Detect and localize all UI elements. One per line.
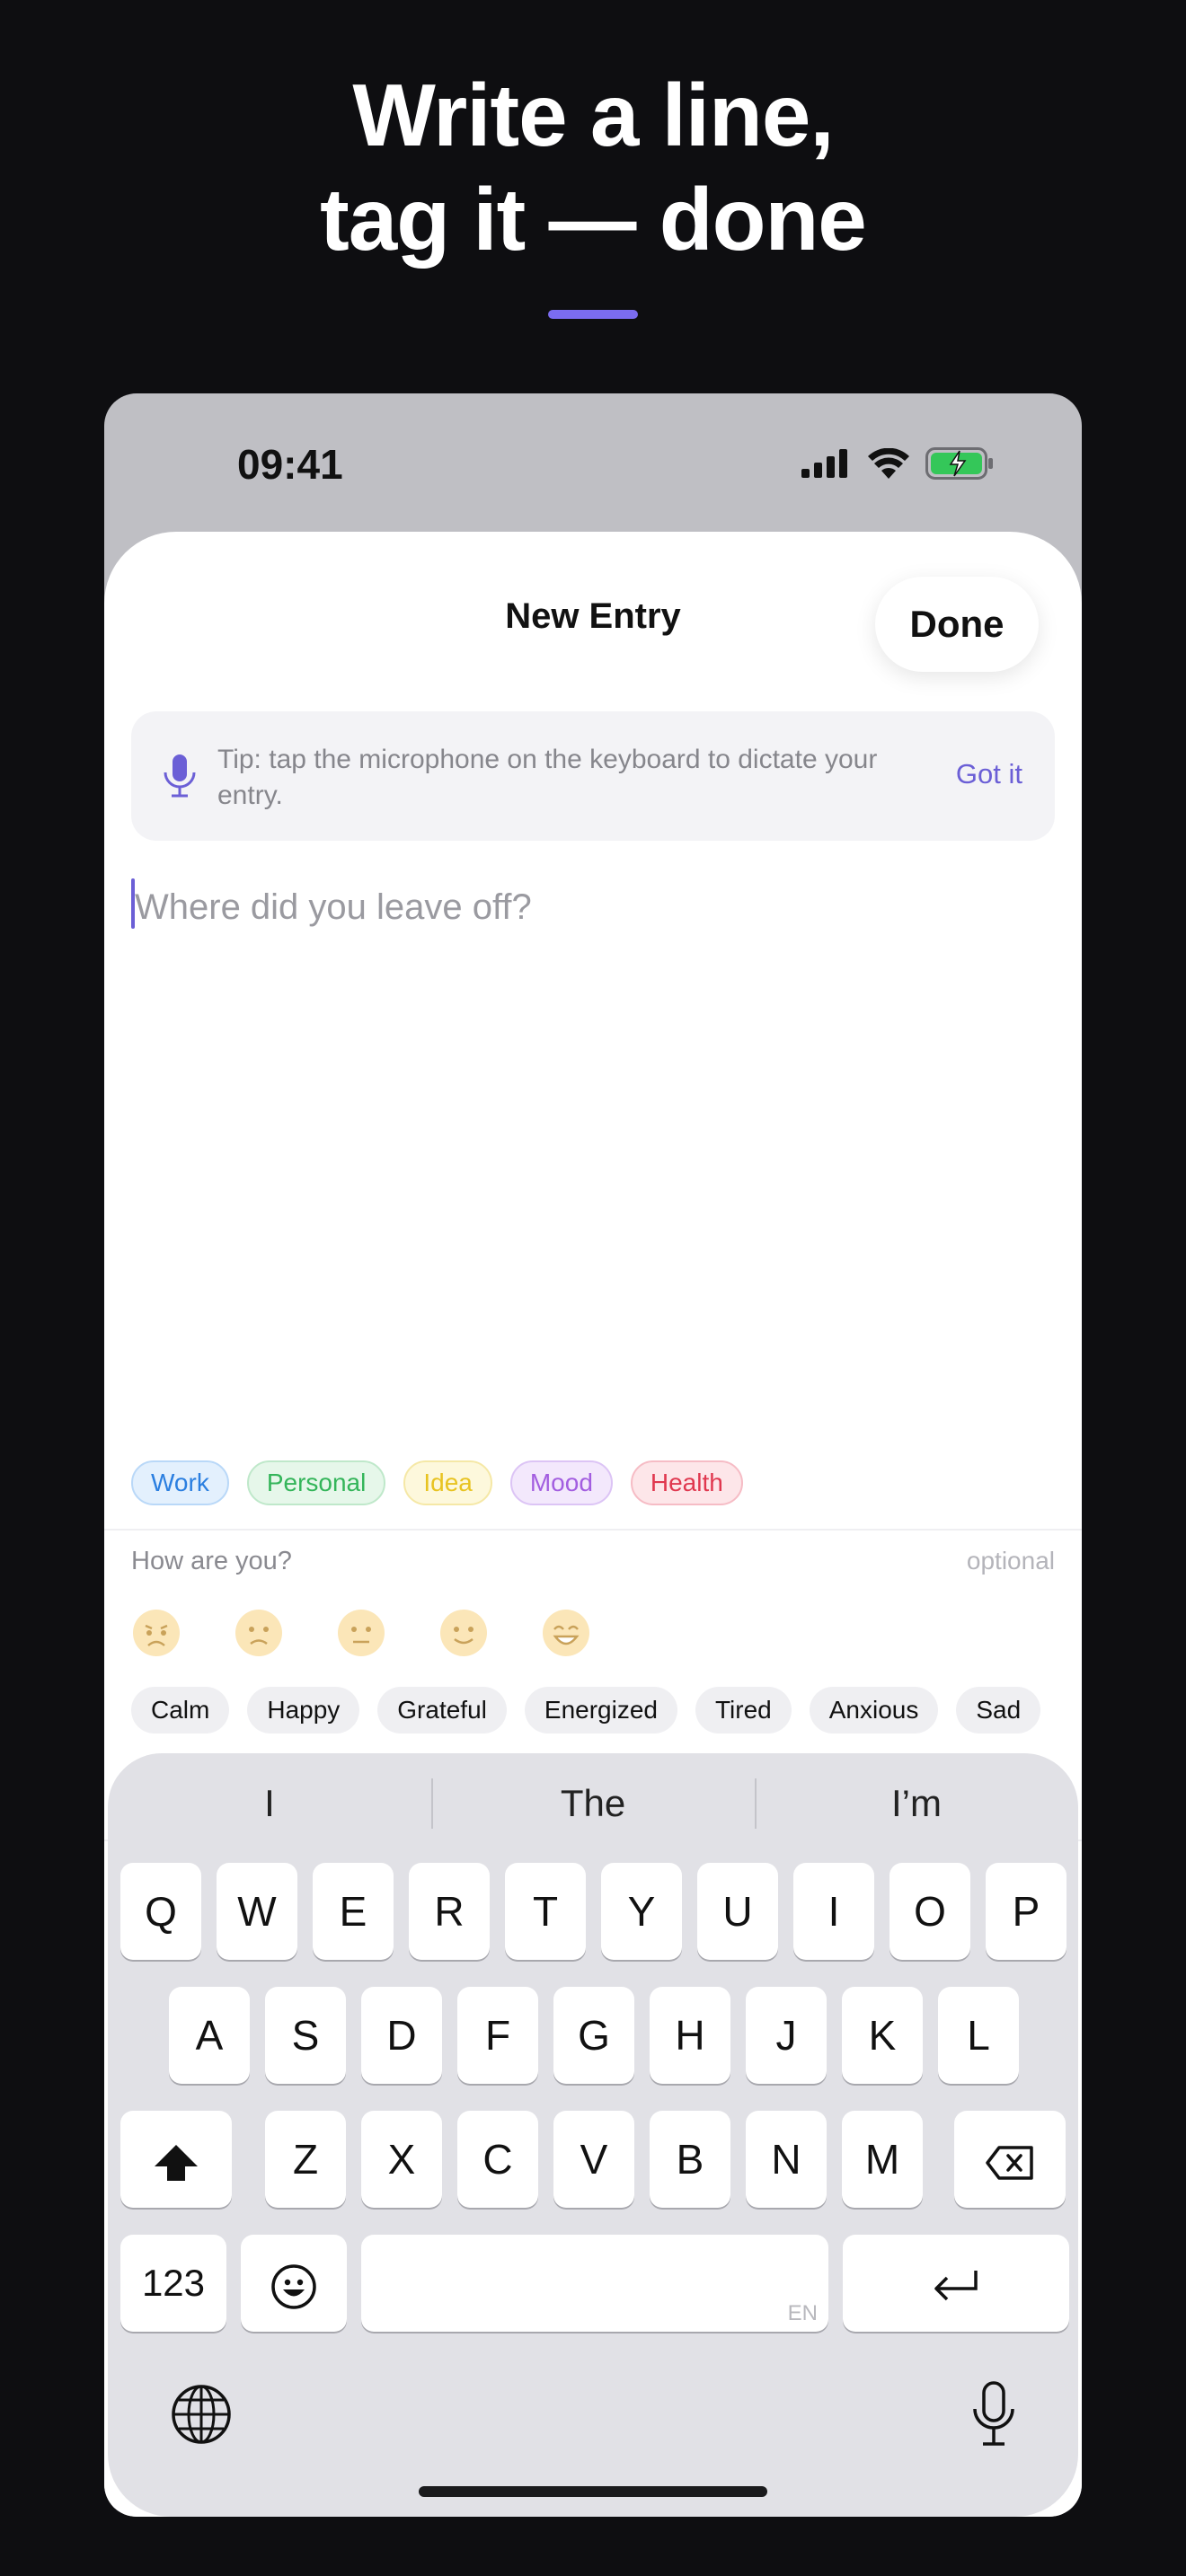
- mood-faces: [131, 1608, 591, 1658]
- cellular-signal-icon: [801, 449, 847, 478]
- key-w[interactable]: W: [217, 1863, 297, 1960]
- mood-chip-happy[interactable]: Happy: [247, 1687, 360, 1734]
- key-g[interactable]: G: [553, 1987, 634, 2084]
- tag-personal[interactable]: Personal: [246, 1460, 386, 1505]
- mood-question-label: How are you?: [131, 1547, 292, 1575]
- got-it-button[interactable]: Got it: [956, 758, 1022, 790]
- key-h[interactable]: H: [650, 1987, 730, 2084]
- tag-mood[interactable]: Mood: [509, 1460, 613, 1505]
- headline-line-1: Write a line,: [352, 66, 834, 164]
- home-indicator: [419, 2486, 767, 2497]
- numbers-key[interactable]: 123: [120, 2235, 226, 2332]
- key-o[interactable]: O: [890, 1863, 970, 1960]
- key-y[interactable]: Y: [601, 1863, 682, 1960]
- microphone-icon: [164, 754, 196, 798]
- return-key[interactable]: [843, 2235, 1069, 2332]
- key-v[interactable]: V: [553, 2111, 634, 2208]
- mood-chip-list: Calm Happy Grateful Energized Tired Anxi…: [131, 1687, 1055, 1735]
- emoji-face-icon: [271, 2264, 316, 2309]
- key-a[interactable]: A: [169, 1987, 250, 2084]
- key-l[interactable]: L: [938, 1987, 1019, 2084]
- key-q[interactable]: Q: [120, 1863, 201, 1960]
- tip-text: Tip: tap the microphone on the keyboard …: [217, 745, 878, 810]
- key-c[interactable]: C: [457, 2111, 538, 2208]
- space-language-label: EN: [787, 2301, 818, 2325]
- headline-accent-bar: [548, 310, 638, 319]
- key-p[interactable]: P: [986, 1863, 1067, 1960]
- tag-health[interactable]: Health: [630, 1460, 743, 1505]
- emoji-key[interactable]: [241, 2235, 347, 2332]
- key-k[interactable]: K: [842, 1987, 923, 2084]
- mood-chip-calm[interactable]: Calm: [131, 1687, 230, 1734]
- mood-chip-sad[interactable]: Sad: [956, 1687, 1041, 1734]
- shift-icon: [155, 2144, 198, 2181]
- wifi-icon: [868, 448, 909, 479]
- sad-face-icon[interactable]: [234, 1608, 284, 1658]
- key-i[interactable]: I: [793, 1863, 874, 1960]
- neutral-face-icon[interactable]: [336, 1608, 386, 1658]
- status-time: 09:41: [237, 441, 343, 488]
- mood-chip-anxious[interactable]: Anxious: [809, 1687, 939, 1734]
- tag-list: Work Personal Idea Mood Health: [131, 1460, 743, 1505]
- tag-work[interactable]: Work: [131, 1460, 229, 1505]
- suggestion-1[interactable]: I: [108, 1777, 431, 1831]
- delete-key[interactable]: [954, 2111, 1066, 2208]
- return-icon: [934, 2270, 978, 2301]
- mood-chip-energized[interactable]: Energized: [524, 1687, 677, 1734]
- delete-backspace-icon: [986, 2146, 1033, 2180]
- tag-idea[interactable]: Idea: [403, 1460, 492, 1505]
- mood-chip-grateful[interactable]: Grateful: [377, 1687, 507, 1734]
- space-key[interactable]: EN: [361, 2235, 828, 2332]
- mood-optional-label: optional: [966, 1547, 1055, 1575]
- key-e[interactable]: E: [313, 1863, 394, 1960]
- key-u[interactable]: U: [697, 1863, 778, 1960]
- entry-text-input[interactable]: [131, 880, 1058, 934]
- keyboard: I The I’m Q W E R T Y U I O P A S D F G …: [108, 1753, 1078, 2517]
- very-sad-face-icon[interactable]: [131, 1608, 181, 1658]
- key-j[interactable]: J: [746, 1987, 827, 2084]
- battery-charging-icon: [925, 447, 993, 480]
- mood-chip-tired[interactable]: Tired: [695, 1687, 792, 1734]
- grin-face-icon[interactable]: [541, 1608, 591, 1658]
- key-z[interactable]: Z: [265, 2111, 346, 2208]
- suggestion-3[interactable]: I’m: [755, 1777, 1078, 1831]
- key-m[interactable]: M: [842, 2111, 923, 2208]
- tags-bottom-divider: [104, 1529, 1082, 1531]
- done-button[interactable]: Done: [875, 577, 1039, 672]
- headline: Write a line, tag it — done: [0, 63, 1186, 271]
- key-t[interactable]: T: [505, 1863, 586, 1960]
- key-d[interactable]: D: [361, 1987, 442, 2084]
- phone-frame: 09:41 New Entry Done Tip: tap the microp…: [104, 393, 1082, 2517]
- key-x[interactable]: X: [361, 2111, 442, 2208]
- smile-face-icon[interactable]: [438, 1608, 489, 1658]
- dictation-tip-banner: Tip: tap the microphone on the keyboard …: [131, 711, 1055, 841]
- key-s[interactable]: S: [265, 1987, 346, 2084]
- globe-icon[interactable]: [169, 2382, 234, 2447]
- key-f[interactable]: F: [457, 1987, 538, 2084]
- key-r[interactable]: R: [409, 1863, 490, 1960]
- status-icons: [801, 447, 996, 480]
- suggestion-2[interactable]: The: [431, 1777, 755, 1831]
- headline-line-2: tag it — done: [320, 170, 867, 269]
- key-b[interactable]: B: [650, 2111, 730, 2208]
- shift-key[interactable]: [120, 2111, 232, 2208]
- dictation-microphone-icon[interactable]: [970, 2380, 1017, 2448]
- key-n[interactable]: N: [746, 2111, 827, 2208]
